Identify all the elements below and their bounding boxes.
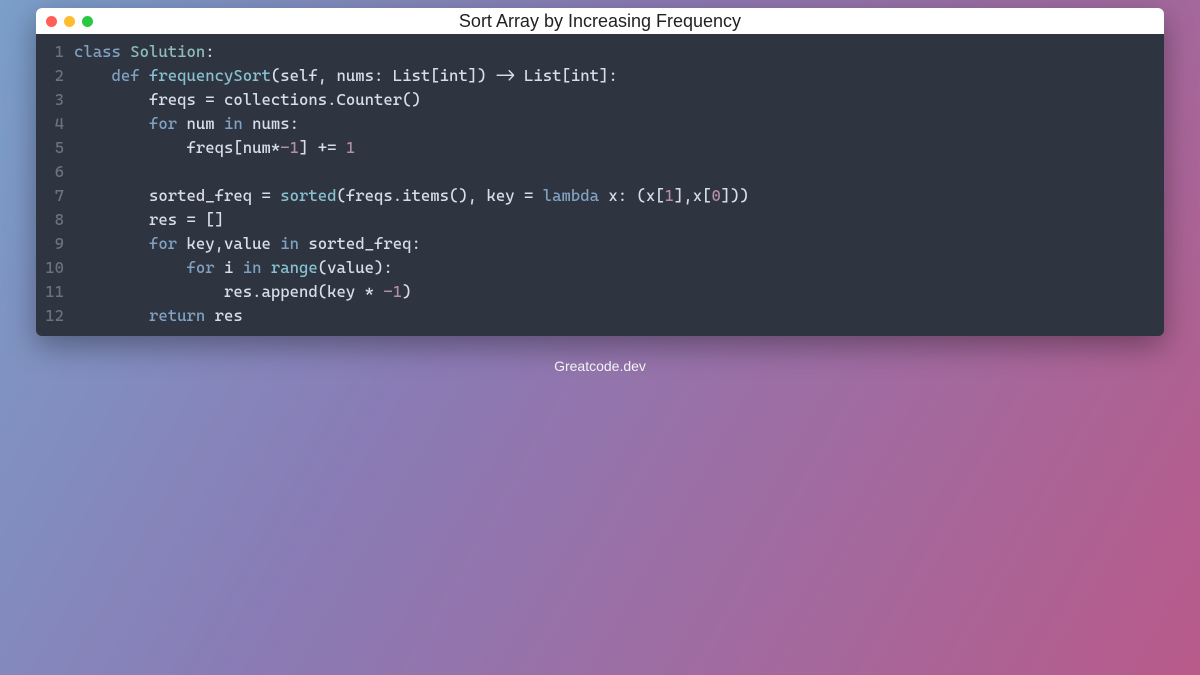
footer-attribution: Greatcode.dev [0,358,1200,374]
code-line: for key,value in sorted_freq: [74,232,1164,256]
line-number: 6 [36,160,64,184]
code-line: freqs = collections.Counter() [74,88,1164,112]
close-icon[interactable] [46,16,57,27]
code-line: return res [74,304,1164,328]
code-line: sorted_freq = sorted(freqs.items(), key … [74,184,1164,208]
line-number: 2 [36,64,64,88]
traffic-lights [46,16,93,27]
code-line: for i in range(value): [74,256,1164,280]
code-line: def frequencySort(self, nums: List[int])… [74,64,1164,88]
window-titlebar: Sort Array by Increasing Frequency [36,8,1164,34]
code-line: for num in nums: [74,112,1164,136]
minimize-icon[interactable] [64,16,75,27]
line-number: 4 [36,112,64,136]
line-number: 5 [36,136,64,160]
maximize-icon[interactable] [82,16,93,27]
code-line: class Solution: [74,40,1164,64]
code-window: Sort Array by Increasing Frequency 1 2 3… [36,8,1164,336]
window-title: Sort Array by Increasing Frequency [36,11,1164,32]
code-area: 1 2 3 4 5 6 7 8 9 10 11 12 class Solutio… [36,34,1164,336]
line-number: 3 [36,88,64,112]
line-number: 1 [36,40,64,64]
line-number: 8 [36,208,64,232]
code-line: freqs[num*-1] += 1 [74,136,1164,160]
line-number: 11 [36,280,64,304]
line-number: 12 [36,304,64,328]
line-number-gutter: 1 2 3 4 5 6 7 8 9 10 11 12 [36,40,74,328]
line-number: 9 [36,232,64,256]
code-line: res = [] [74,208,1164,232]
line-number: 7 [36,184,64,208]
code-line [74,160,1164,184]
code-content[interactable]: class Solution: def frequencySort(self, … [74,40,1164,328]
line-number: 10 [36,256,64,280]
code-line: res.append(key * -1) [74,280,1164,304]
